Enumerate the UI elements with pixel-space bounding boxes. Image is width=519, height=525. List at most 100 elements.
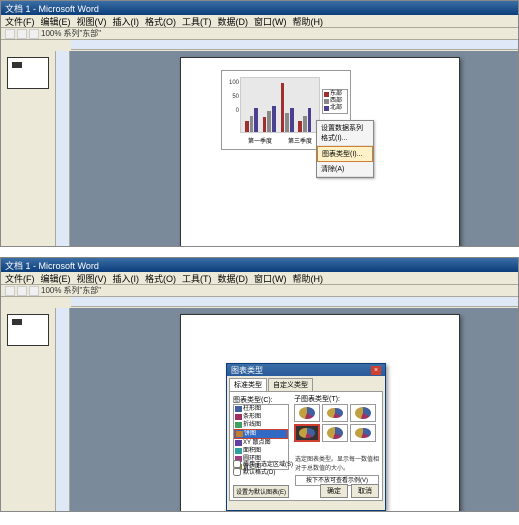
default-checkbox[interactable] [233, 468, 241, 476]
subtype-pie-3d[interactable] [322, 404, 348, 422]
page-thumbnail-2[interactable] [7, 314, 49, 346]
tb2-save-icon[interactable] [29, 286, 39, 296]
pie-icon [355, 428, 371, 438]
tb2-new-icon[interactable] [5, 286, 15, 296]
cancel-button[interactable]: 取消 [351, 484, 379, 498]
tab-standard[interactable]: 标准类型 [229, 378, 267, 391]
menu-bar: 文件(F) 编辑(E) 视图(V) 插入(I) 格式(O) 工具(T) 数据(D… [1, 15, 518, 28]
pie-icon [299, 407, 315, 419]
bar-西部-第二季度[interactable] [267, 111, 271, 132]
menu-format[interactable]: 格式(O) [145, 15, 176, 27]
document-area-2[interactable]: 图表类型 × 标准类型 自定义类型 图表类型(C): 柱形图条形图折线图饼图XY… [70, 308, 518, 511]
menu2-window[interactable]: 窗口(W) [254, 272, 287, 284]
tb-open-icon[interactable] [17, 29, 27, 39]
chart-plot-area[interactable]: 100 50 0 [240, 77, 320, 133]
zoom-field-2[interactable]: 100% [41, 286, 61, 295]
tb2-open-icon[interactable] [17, 286, 27, 296]
type-label-2: 折线图 [243, 421, 261, 429]
document-area[interactable]: 100 50 0 第一季度 第三季度 东部 西部 北部 [70, 51, 518, 246]
tb-save-icon[interactable] [29, 29, 39, 39]
default-label: 默认格式(D) [243, 467, 275, 476]
type-icon-3 [236, 431, 243, 437]
tb-new-icon[interactable] [5, 29, 15, 39]
zoom-field[interactable]: 100% [41, 29, 61, 38]
type-label-0: 柱形图 [243, 405, 261, 413]
dialog-tabs: 标准类型 自定义类型 [227, 376, 385, 391]
type-item-3[interactable]: 饼图 [234, 429, 288, 439]
bar-西部-第四季度[interactable] [303, 116, 307, 132]
type-label-1: 条形图 [243, 413, 261, 421]
bar-北部-第一季度[interactable] [254, 108, 258, 132]
type-item-5[interactable]: 面积图 [234, 447, 288, 455]
toolbar-std-2: 100% 系列"东部" [1, 285, 518, 297]
menu-window[interactable]: 窗口(W) [254, 15, 287, 27]
bar-西部-第三季度[interactable] [285, 113, 289, 132]
bar-东部-第一季度[interactable] [245, 121, 249, 132]
menu-help[interactable]: 帮助(H) [293, 15, 324, 27]
subtype-pie-2d[interactable] [294, 404, 320, 422]
type-label-4: XY 散点图 [243, 439, 271, 447]
chart-legend[interactable]: 东部 西部 北部 [322, 89, 348, 114]
title-bar: 文档 1 - Microsoft Word [1, 1, 518, 15]
menu-insert[interactable]: 插入(I) [113, 15, 140, 27]
menu2-edit[interactable]: 编辑(E) [41, 272, 71, 284]
menu2-view[interactable]: 视图(V) [77, 272, 107, 284]
page-1: 100 50 0 第一季度 第三季度 东部 西部 北部 [180, 57, 460, 246]
workarea: 100 50 0 第一季度 第三季度 东部 西部 北部 [1, 51, 518, 246]
ctx-clear[interactable]: 清除(A) [317, 162, 373, 177]
ruler-vertical [56, 51, 70, 246]
menu2-insert[interactable]: 插入(I) [113, 272, 140, 284]
menu2-tools[interactable]: 工具(T) [182, 272, 212, 284]
subtype-pie-of-pie[interactable] [350, 404, 376, 422]
type-item-4[interactable]: XY 散点图 [234, 439, 288, 447]
type-item-1[interactable]: 条形图 [234, 413, 288, 421]
page-2: 图表类型 × 标准类型 自定义类型 图表类型(C): 柱形图条形图折线图饼图XY… [180, 314, 460, 511]
series-field-2[interactable]: 系列"东部" [63, 285, 101, 296]
bar-北部-第四季度[interactable] [308, 108, 312, 132]
type-icon-4 [235, 440, 242, 446]
menu2-help[interactable]: 帮助(H) [293, 272, 324, 284]
title-bar-2: 文档 1 - Microsoft Word [1, 258, 518, 272]
dialog-close-icon[interactable]: × [371, 366, 381, 375]
ctx-format-series[interactable]: 设置数据系列格式(I)... [317, 121, 373, 146]
type-item-2[interactable]: 折线图 [234, 421, 288, 429]
series-field[interactable]: 系列"东部" [63, 28, 101, 39]
chart-x-labels: 第一季度 第三季度 [240, 136, 320, 145]
type-icon-5 [235, 448, 242, 454]
ctx-chart-type[interactable]: 图表类型(I)... [317, 146, 373, 162]
bar-西部-第一季度[interactable] [250, 116, 254, 132]
subtype-grid [294, 404, 380, 442]
subtype-description: 选定图表类型。显示每一数值相对于总数值的大小。 [295, 454, 379, 472]
bar-东部-第二季度[interactable] [263, 117, 267, 132]
menu2-data[interactable]: 数据(D) [218, 272, 249, 284]
type-label-3: 饼图 [244, 430, 256, 438]
bar-北部-第二季度[interactable] [272, 106, 276, 132]
menu2-format[interactable]: 格式(O) [145, 272, 176, 284]
chart-y-axis: 100 50 0 [227, 76, 239, 118]
thumbnail-pane-2 [1, 308, 56, 511]
app-title-2: 文档 1 - Microsoft Word [5, 259, 99, 272]
bar-东部-第四季度[interactable] [298, 121, 302, 132]
ok-button[interactable]: 确定 [320, 484, 348, 498]
type-label-5: 面积图 [243, 447, 261, 455]
menu-data[interactable]: 数据(D) [218, 15, 249, 27]
menu-view[interactable]: 视图(V) [77, 15, 107, 27]
type-item-0[interactable]: 柱形图 [234, 405, 288, 413]
type-icon-0 [235, 406, 242, 412]
menu-bar-2: 文件(F) 编辑(E) 视图(V) 插入(I) 格式(O) 工具(T) 数据(D… [1, 272, 518, 285]
menu2-file[interactable]: 文件(F) [5, 272, 35, 284]
menu-edit[interactable]: 编辑(E) [41, 15, 71, 27]
menu-tools[interactable]: 工具(T) [182, 15, 212, 27]
page-thumbnail-1[interactable] [7, 57, 49, 89]
chart-bars[interactable] [245, 78, 315, 132]
chart-type-dialog: 图表类型 × 标准类型 自定义类型 图表类型(C): 柱形图条形图折线图饼图XY… [226, 363, 386, 511]
bar-东部-第三季度[interactable] [281, 83, 285, 132]
tab-custom[interactable]: 自定义类型 [268, 378, 313, 391]
pie-icon [355, 407, 371, 419]
subtype-pie-exploded[interactable] [294, 424, 320, 442]
subtype-bar-of-pie[interactable] [350, 424, 376, 442]
bar-北部-第三季度[interactable] [290, 108, 294, 132]
menu-file[interactable]: 文件(F) [5, 15, 35, 27]
subtype-pie-3d-exploded[interactable] [322, 424, 348, 442]
ruler-horizontal-2 [71, 297, 518, 307]
